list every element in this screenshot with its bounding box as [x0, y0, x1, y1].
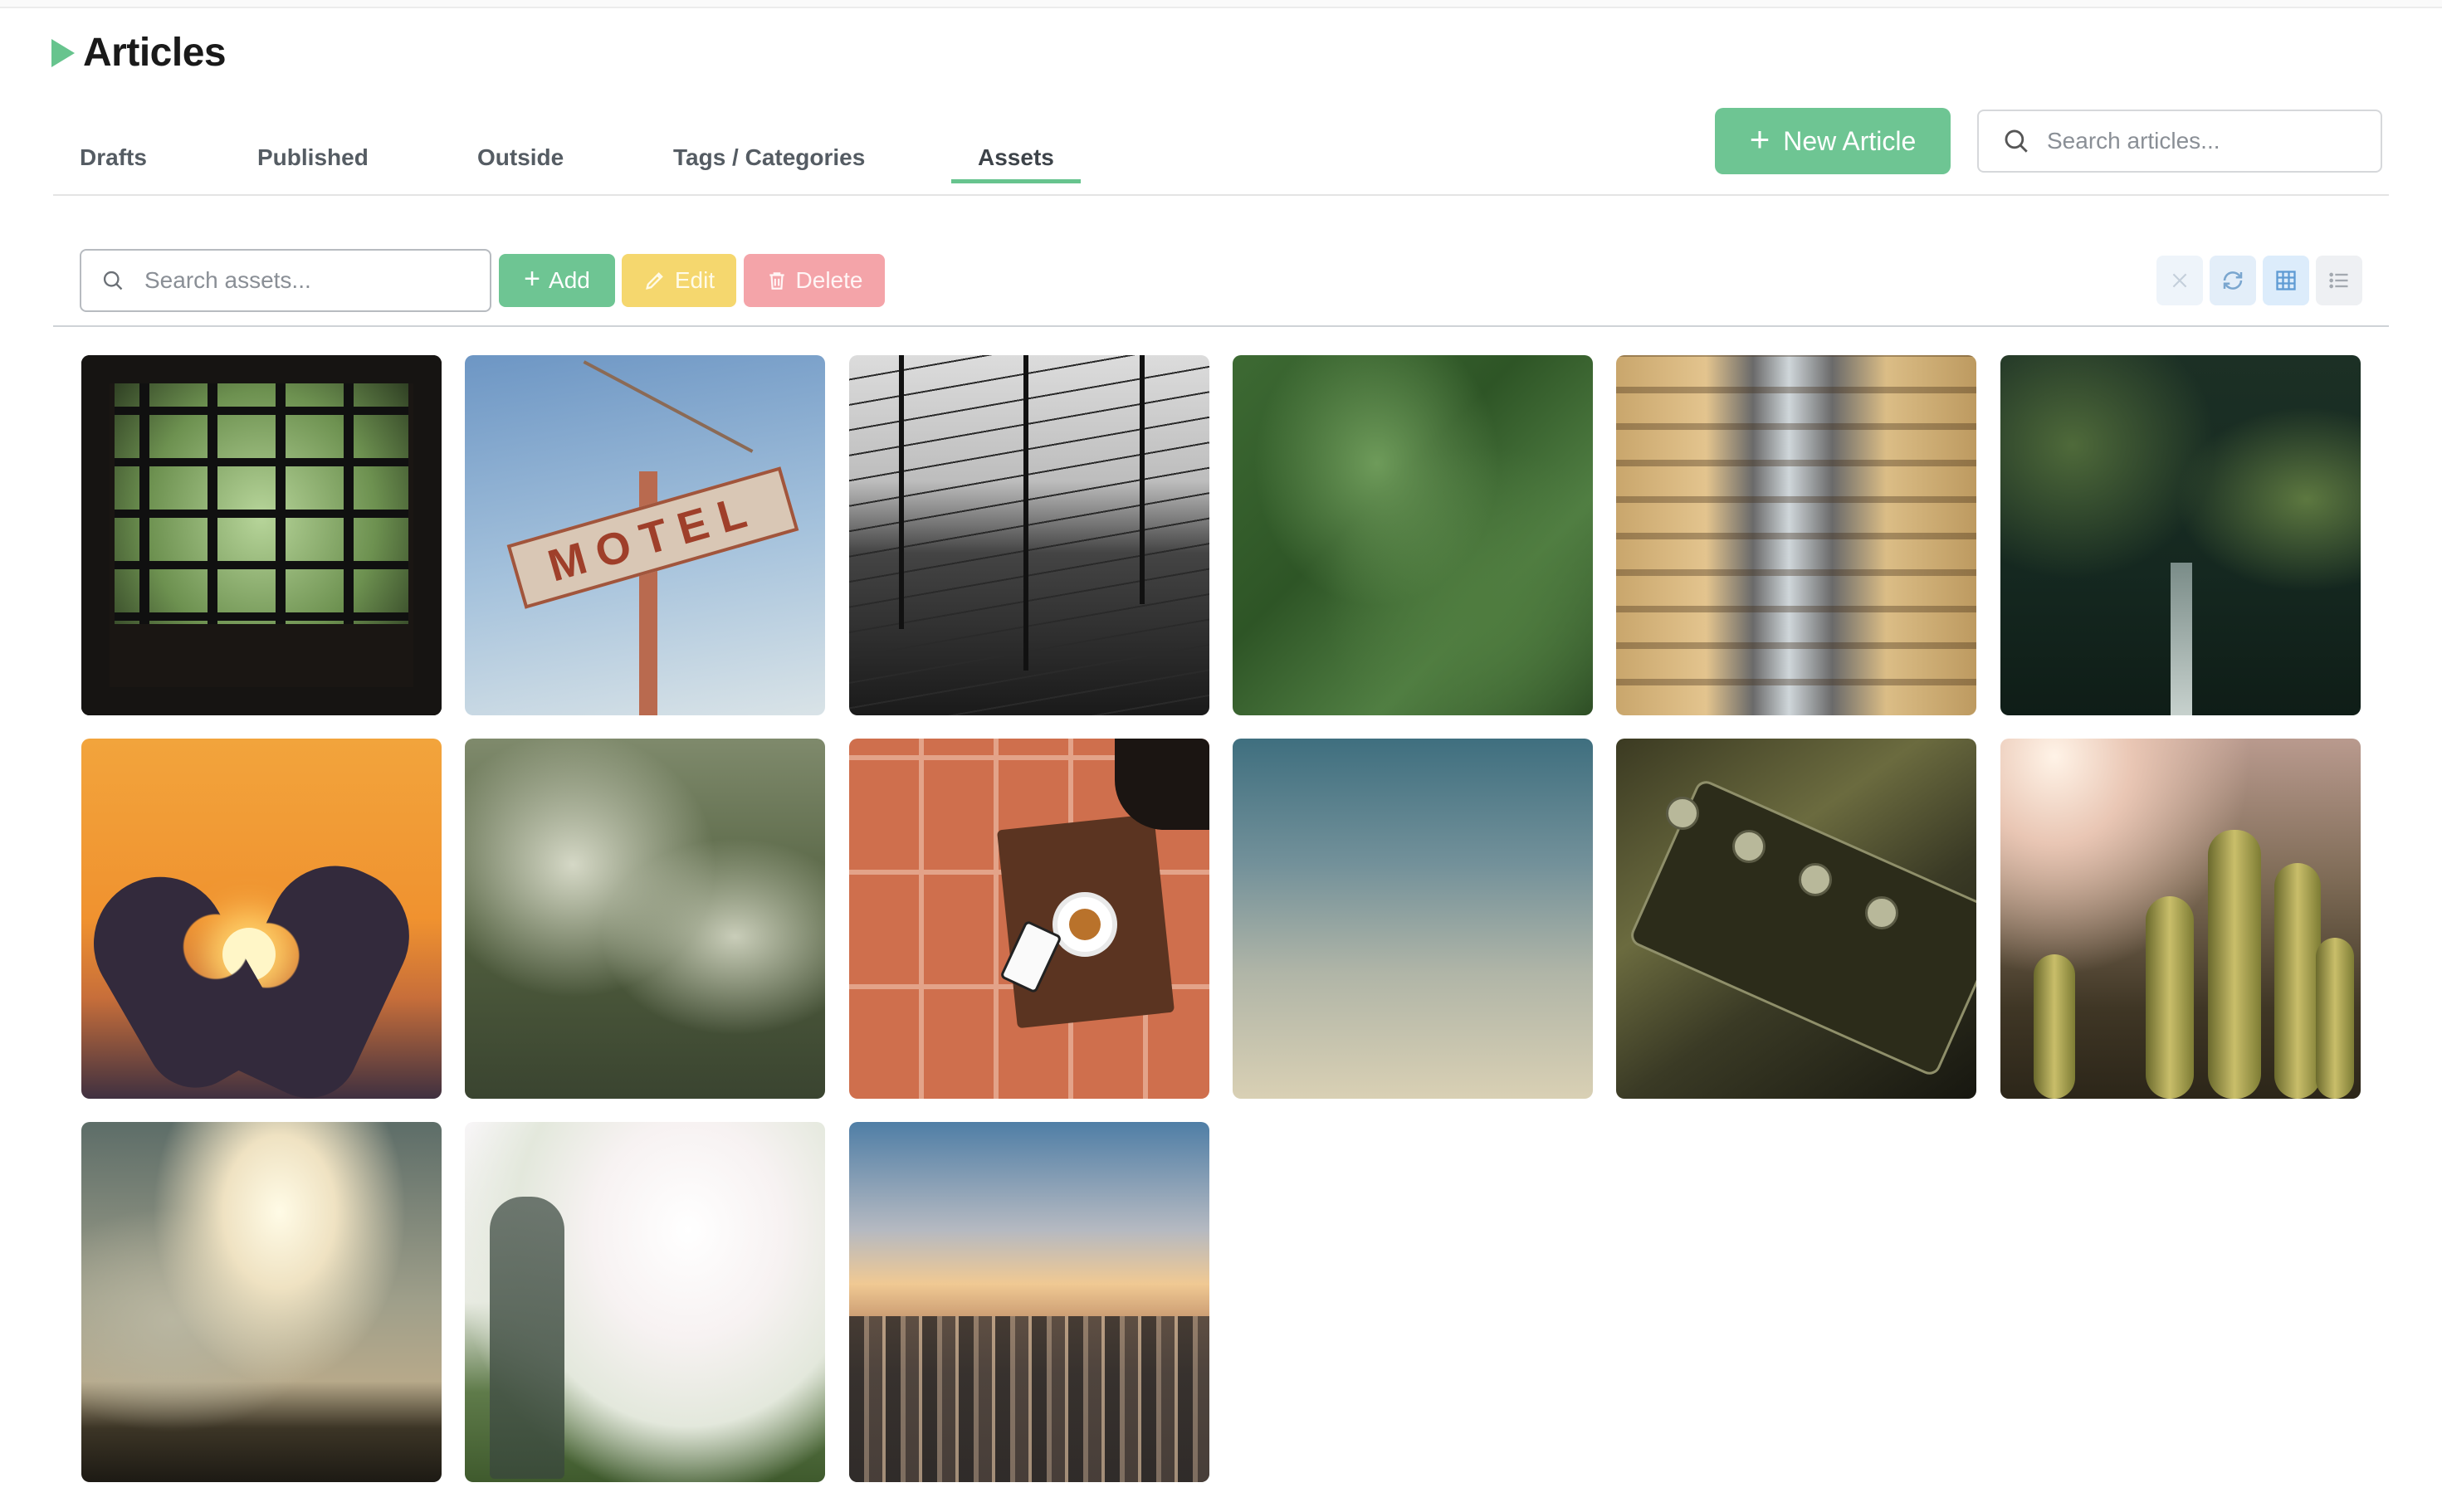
- trash-icon: [769, 272, 784, 290]
- tuning-peg-shape: [1865, 896, 1898, 929]
- tab-tags-categories[interactable]: Tags / Categories: [673, 136, 865, 179]
- forest-bridge-image[interactable]: [2000, 355, 2361, 715]
- antenna-shape: [583, 360, 754, 453]
- cactus-shape: [2316, 938, 2354, 1099]
- search-assets-input[interactable]: [143, 266, 445, 295]
- tab-drafts[interactable]: Drafts: [80, 136, 147, 179]
- list-view-icon: [2329, 272, 2348, 289]
- guitar-headstock-image[interactable]: [1616, 739, 1976, 1099]
- search-assets-box[interactable]: [80, 249, 491, 312]
- person-sunlight-image[interactable]: [465, 1122, 825, 1482]
- window-trees-image[interactable]: [81, 355, 442, 715]
- delete-label: Delete: [795, 267, 863, 293]
- delete-asset-button[interactable]: Delete: [744, 254, 885, 307]
- tab-outside[interactable]: Outside: [477, 136, 564, 179]
- play-triangle-icon: [51, 38, 75, 67]
- rail-post-shape: [1140, 355, 1145, 604]
- cactus-shape: [2146, 896, 2194, 1099]
- cactus-sunlight-image[interactable]: [2000, 739, 2361, 1099]
- clear-button[interactable]: [2156, 256, 2203, 305]
- page-title: Articles: [83, 31, 227, 75]
- motel-sign-image[interactable]: MOTEL: [465, 355, 825, 715]
- cloudy-sky-image[interactable]: [1233, 739, 1593, 1099]
- pencil-icon: [645, 272, 663, 290]
- rail-post-shape: [899, 355, 904, 629]
- refresh-button[interactable]: [2210, 256, 2256, 305]
- list-view-button[interactable]: [2316, 256, 2362, 305]
- tuning-peg-shape: [1732, 830, 1766, 863]
- close-icon: [2172, 273, 2187, 288]
- search-articles-box[interactable]: [1977, 110, 2382, 173]
- grid-view-icon: [2276, 271, 2296, 290]
- new-article-label: New Article: [1783, 125, 1917, 156]
- refresh-icon: [2223, 271, 2243, 290]
- search-icon: [2005, 129, 2028, 153]
- tab-assets[interactable]: Assets: [951, 136, 1081, 183]
- person-silhouette-shape: [490, 1197, 564, 1479]
- edit-asset-button[interactable]: Edit: [622, 254, 736, 307]
- city-skyline-image[interactable]: [849, 1122, 1209, 1482]
- rail-post-shape: [1023, 355, 1028, 671]
- bridge-shape: [2171, 563, 2192, 715]
- edit-label: Edit: [674, 267, 716, 293]
- new-article-button[interactable]: + New Article: [1715, 108, 1951, 174]
- plus-icon: +: [1749, 119, 1770, 159]
- grid-view-button[interactable]: [2263, 256, 2309, 305]
- coffee-table-tiles-image[interactable]: [849, 739, 1209, 1099]
- misty-valley-image[interactable]: [465, 739, 825, 1099]
- cactus-shape: [2208, 830, 2261, 1099]
- top-border: [0, 0, 2442, 8]
- plus-icon: +: [524, 263, 541, 295]
- page-header: Articles: [51, 30, 227, 76]
- cactus-shape: [2034, 954, 2075, 1099]
- tuning-peg-shape: [1666, 797, 1699, 830]
- forest-cyclist-image[interactable]: [1233, 355, 1593, 715]
- railway-wires-image[interactable]: [849, 355, 1209, 715]
- sun-clouds-landscape-image[interactable]: [81, 1122, 442, 1482]
- cactus-shape: [2274, 863, 2321, 1099]
- search-articles-input[interactable]: [2045, 127, 2347, 155]
- search-icon: [103, 271, 123, 290]
- coffee-cup-shape: [1053, 892, 1117, 957]
- tuning-peg-shape: [1799, 863, 1832, 896]
- toolbar-divider: [53, 325, 2389, 327]
- add-label: Add: [549, 267, 590, 293]
- heart-hands-sunset-image[interactable]: [81, 739, 442, 1099]
- tab-published[interactable]: Published: [257, 136, 369, 179]
- narrow-street-image[interactable]: [1616, 355, 1976, 715]
- add-asset-button[interactable]: + Add: [499, 254, 615, 307]
